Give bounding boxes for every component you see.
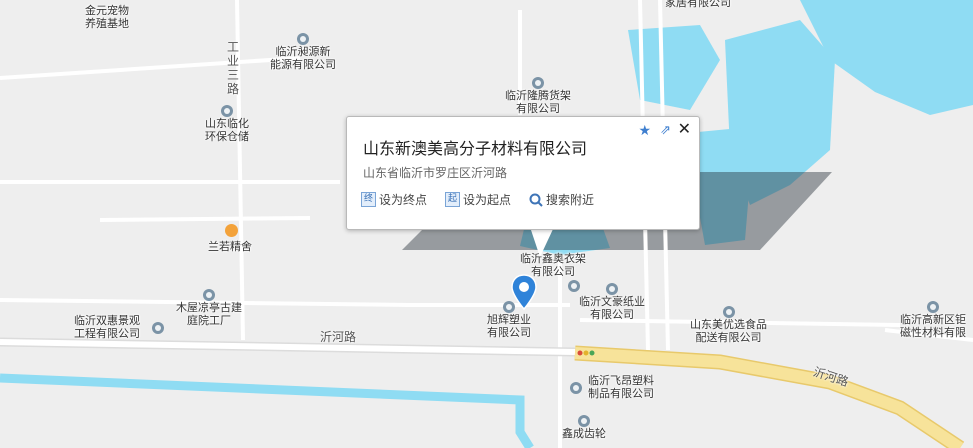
poi-lanruo-line-1: 兰若精舍: [208, 240, 252, 253]
poi-lanruo[interactable]: 兰若精舍: [208, 240, 252, 253]
poi-jiaju-line-1: 家居有限公司: [665, 0, 731, 9]
poi-feiang-line-1: 临沂飞昂塑料: [588, 374, 654, 387]
set-destination-label: 设为终点: [379, 193, 428, 207]
popup-title: 山东新澳美高分子材料有限公司: [363, 139, 588, 158]
poi-muwu-line-1: 木屋凉亭古建: [176, 301, 242, 314]
poi-shuanghui-line-2: 工程有限公司: [74, 327, 140, 340]
poi-longteng-line-2: 有限公司: [516, 102, 560, 115]
popup-address: 山东省临沂市罗庄区沂河路: [363, 166, 508, 180]
poi-gaoxin-line-2: 磁性材料有限: [900, 326, 966, 339]
major-road: [574, 347, 964, 448]
poi-feiang-line-2: 制品有限公司: [588, 387, 654, 400]
road-label-gongye: 工 业 三 路: [227, 40, 240, 96]
poi-chiyuan-line-1: 临沂昶源新: [275, 45, 331, 58]
selected-location-marker-icon[interactable]: [511, 274, 537, 310]
map-pin-icon: [203, 289, 215, 301]
poi-shuanghui[interactable]: 临沂双惠景观 工程有限公司: [74, 314, 140, 340]
poi-meiyou-line-2: 配送有限公司: [695, 331, 762, 344]
poi-jinyuan[interactable]: 金元宠物 养殖基地: [85, 4, 129, 30]
set-destination-button[interactable]: 终 设为终点: [361, 191, 427, 208]
share-icon[interactable]: ⇗: [660, 123, 671, 138]
search-nearby-icon: [529, 193, 543, 207]
poi-meiyou-line-1: 山东美优选食品: [690, 318, 767, 331]
poi-linhua-line-1: 山东临化: [205, 117, 249, 130]
map-canvas[interactable]: 工 业 三 路 沂河路 沂河路 金元宠物 养殖基地 家居有限公司 临沂昶源新 能…: [0, 0, 973, 448]
poi-jinyuan-line-1: 金元宠物: [85, 4, 129, 17]
set-origin-button[interactable]: 起 设为起点: [445, 191, 511, 208]
map-pin-icon: [297, 33, 309, 45]
poi-longteng-line-1: 临沂隆腾货架: [505, 89, 571, 102]
start-point-icon: 起: [445, 192, 461, 207]
favorite-star-icon[interactable]: ★: [638, 123, 651, 139]
close-icon[interactable]: ✕: [678, 119, 691, 138]
poi-wenhao-line-2: 有限公司: [590, 308, 634, 321]
popup-tail: [530, 227, 554, 257]
poi-xincheng[interactable]: 鑫成齿轮: [562, 414, 606, 440]
poi-feiang[interactable]: 临沂飞昂塑料 制品有限公司: [570, 374, 654, 400]
poi-longteng[interactable]: 临沂隆腾货架 有限公司: [505, 76, 571, 115]
road-label-yihe-1: 沂河路: [320, 330, 357, 344]
poi-linhua-line-2: 环保仓储: [205, 130, 249, 143]
map-pin-icon: [570, 382, 582, 394]
map-pin-icon: [722, 306, 735, 318]
traffic-light-icon: [577, 350, 595, 356]
location-info-popup: ★ ⇗ ✕ 山东新澳美高分子材料有限公司 山东省临沂市罗庄区沂河路 终 设为终点…: [346, 116, 700, 230]
map-pin-icon: [927, 301, 939, 313]
search-nearby-label: 搜索附近: [546, 193, 595, 207]
poi-muwu-line-2: 庭院工厂: [187, 314, 231, 327]
poi-chiyuan[interactable]: 临沂昶源新 能源有限公司: [270, 32, 336, 71]
end-point-icon: 终: [361, 192, 376, 207]
poi-wenhao-line-1: 临沂文豪纸业: [579, 295, 645, 308]
poi-gaoxin[interactable]: 临沂高新区钜 磁性材料有限: [900, 300, 966, 339]
cup-icon: [225, 224, 238, 237]
poi-jinyuan-line-2: 养殖基地: [85, 17, 129, 30]
poi-gaoxin-line-1: 临沂高新区钜: [900, 313, 966, 326]
poi-chiyuan-line-2: 能源有限公司: [270, 58, 336, 71]
poi-wenhao[interactable]: 临沂文豪纸业 有限公司: [579, 282, 645, 321]
map-pin-icon: [606, 283, 618, 295]
poi-xuhui-line-1: 旭辉塑业: [487, 313, 531, 326]
map-pin-icon: [532, 77, 544, 89]
poi-jiaju[interactable]: 家居有限公司: [665, 0, 731, 9]
poi-linhua[interactable]: 山东临化 环保仓储: [205, 104, 249, 143]
search-nearby-button[interactable]: 搜索附近: [529, 191, 594, 208]
map-pin-icon: [578, 415, 590, 427]
map-pin-icon: [221, 105, 233, 117]
poi-xuhui-line-2: 有限公司: [487, 326, 531, 339]
poi-shuanghui-line-1: 临沂双惠景观: [74, 314, 140, 327]
set-origin-label: 设为起点: [463, 193, 512, 207]
poi-muwu[interactable]: 木屋凉亭古建 庭院工厂: [176, 288, 242, 327]
poi-xincheng-line-1: 鑫成齿轮: [562, 427, 606, 440]
poi-meiyou[interactable]: 山东美优选食品 配送有限公司: [690, 305, 767, 344]
popup-actions: 终 设为终点 起 设为起点 搜索附近: [361, 191, 594, 208]
map-pin-icon: [152, 322, 164, 334]
canal: [0, 373, 534, 448]
